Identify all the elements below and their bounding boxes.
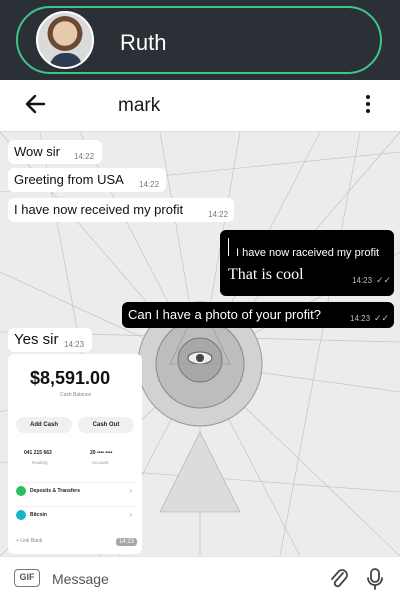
account-label: Account (92, 460, 109, 465)
message-bubble[interactable]: Greeting from USA 14:22 (8, 168, 166, 192)
message-text: I have now received my profit (14, 202, 184, 217)
cash-out-button: Cash Out (78, 417, 134, 433)
deposits-label: Deposits & Transfers (30, 488, 81, 494)
gif-button[interactable]: GIF (14, 569, 40, 587)
back-arrow-icon[interactable] (24, 92, 54, 120)
more-options-icon[interactable] (358, 92, 378, 120)
quoted-message: I have now raceived my profit (236, 247, 380, 259)
message-time: 14:23 (64, 340, 85, 349)
message-bubble-outgoing[interactable]: Can I have a photo of your profit? 14:23… (122, 302, 394, 328)
contact-name: Ruth (120, 30, 167, 55)
account-number: 20 •••• •••• (90, 450, 113, 456)
message-text: Greeting from USA (14, 172, 124, 187)
message-time: 14:23 (116, 538, 138, 546)
profit-screenshot-image[interactable]: $8,591.00 Cash Balance Add Cash Cash Out… (8, 354, 142, 554)
message-input[interactable] (52, 567, 312, 591)
chevron-right-icon: › (129, 486, 132, 495)
routing-number: 041 215 663 (24, 450, 52, 456)
bitcoin-label: Bitcoin (30, 512, 47, 518)
message-text: Can I have a photo of your profit? (128, 307, 321, 322)
message-time: 14:22 (208, 210, 229, 219)
cash-balance-label: Cash Balance (60, 392, 92, 398)
quote-bar (228, 238, 229, 256)
read-ticks-icon: ✓✓ (376, 275, 392, 285)
attachment-paperclip-icon[interactable] (328, 567, 350, 591)
message-time: 14:23 (352, 276, 373, 285)
message-time: 14:22 (74, 152, 95, 161)
contact-pill[interactable]: Ruth (16, 6, 382, 74)
message-bubble[interactable]: Yes sir 14:23 (8, 328, 92, 352)
message-text: Yes sir (14, 331, 59, 348)
message-bubble[interactable]: Wow sir 14:22 (8, 140, 102, 164)
chat-area[interactable]: Wow sir 14:22 Greeting from USA 14:22 I … (0, 132, 400, 556)
chat-title: mark (118, 95, 161, 116)
message-bubble[interactable]: I have now received my profit 14:22 (8, 198, 234, 222)
microphone-icon[interactable] (364, 567, 386, 591)
message-bubble-outgoing[interactable]: I have now raceived my profit That is co… (220, 230, 394, 296)
card-row-deposits: Deposits & Transfers › (14, 482, 136, 500)
chevron-right-icon: › (129, 510, 132, 519)
message-text: Wow sir (14, 144, 60, 159)
top-header: Ruth (0, 0, 400, 80)
card-row-bitcoin: Bitcoin › (14, 506, 136, 524)
cash-amount: $8,591.00 (30, 368, 111, 388)
bitcoin-icon (16, 510, 26, 520)
chat-nav-bar: mark (0, 80, 400, 132)
message-input-bar: GIF (0, 556, 400, 600)
read-ticks-icon: ✓✓ (374, 313, 390, 323)
deposits-icon (16, 486, 26, 496)
link-bank-label: + Link Bank (16, 538, 43, 544)
avatar[interactable] (36, 11, 94, 69)
message-time: 14:23 (350, 314, 371, 323)
routing-label: Routing (32, 460, 48, 465)
message-text: That is cool (228, 266, 304, 283)
add-cash-button: Add Cash (16, 417, 72, 433)
message-time: 14:22 (139, 180, 160, 189)
